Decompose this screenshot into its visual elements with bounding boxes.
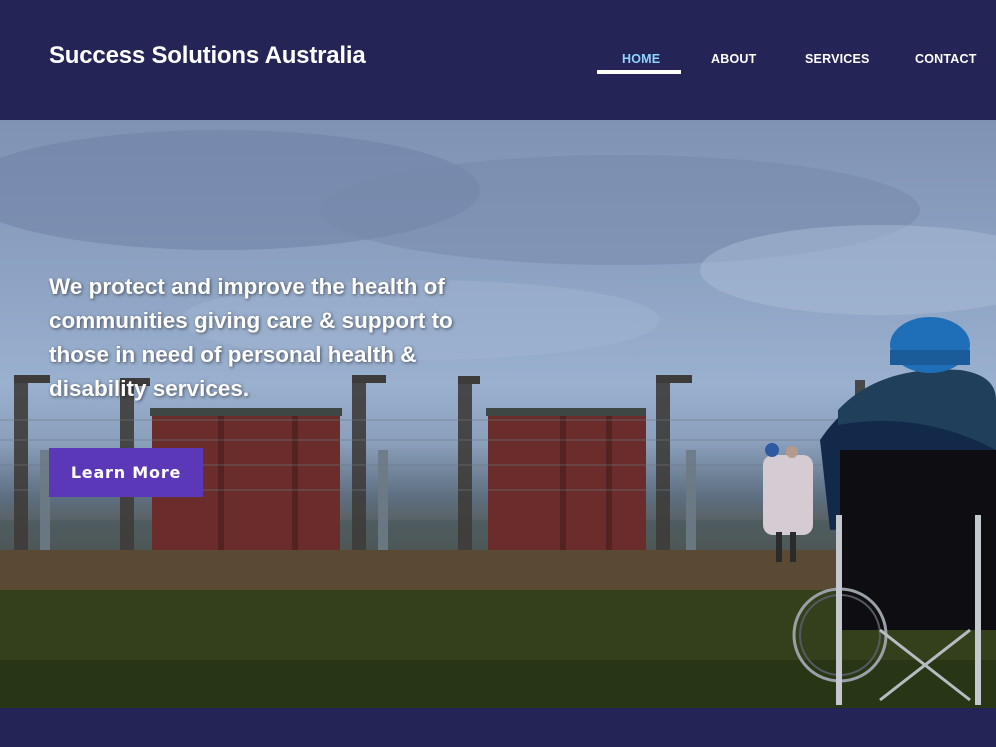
nav-contact-link[interactable]: CONTACT <box>915 52 977 66</box>
site-header: Success Solutions Australia HOME ABOUT S… <box>0 0 996 120</box>
learn-more-button[interactable]: Learn More <box>49 448 203 497</box>
barrack-right <box>486 408 646 550</box>
nav-home-link[interactable]: HOME <box>622 52 660 66</box>
nav-active-indicator <box>597 70 681 74</box>
hero-section: We protect and improve the health of com… <box>0 120 996 708</box>
nav-about-link[interactable]: ABOUT <box>711 52 756 66</box>
footer-band <box>0 708 996 747</box>
hero-background-image <box>0 130 996 708</box>
page: Success Solutions Australia HOME ABOUT S… <box>0 0 996 747</box>
grass-dark <box>0 660 996 708</box>
main-nav: HOME ABOUT SERVICES CONTACT <box>0 0 996 120</box>
nav-services-link[interactable]: SERVICES <box>805 52 870 66</box>
hero-headline: We protect and improve the health of com… <box>49 274 453 401</box>
